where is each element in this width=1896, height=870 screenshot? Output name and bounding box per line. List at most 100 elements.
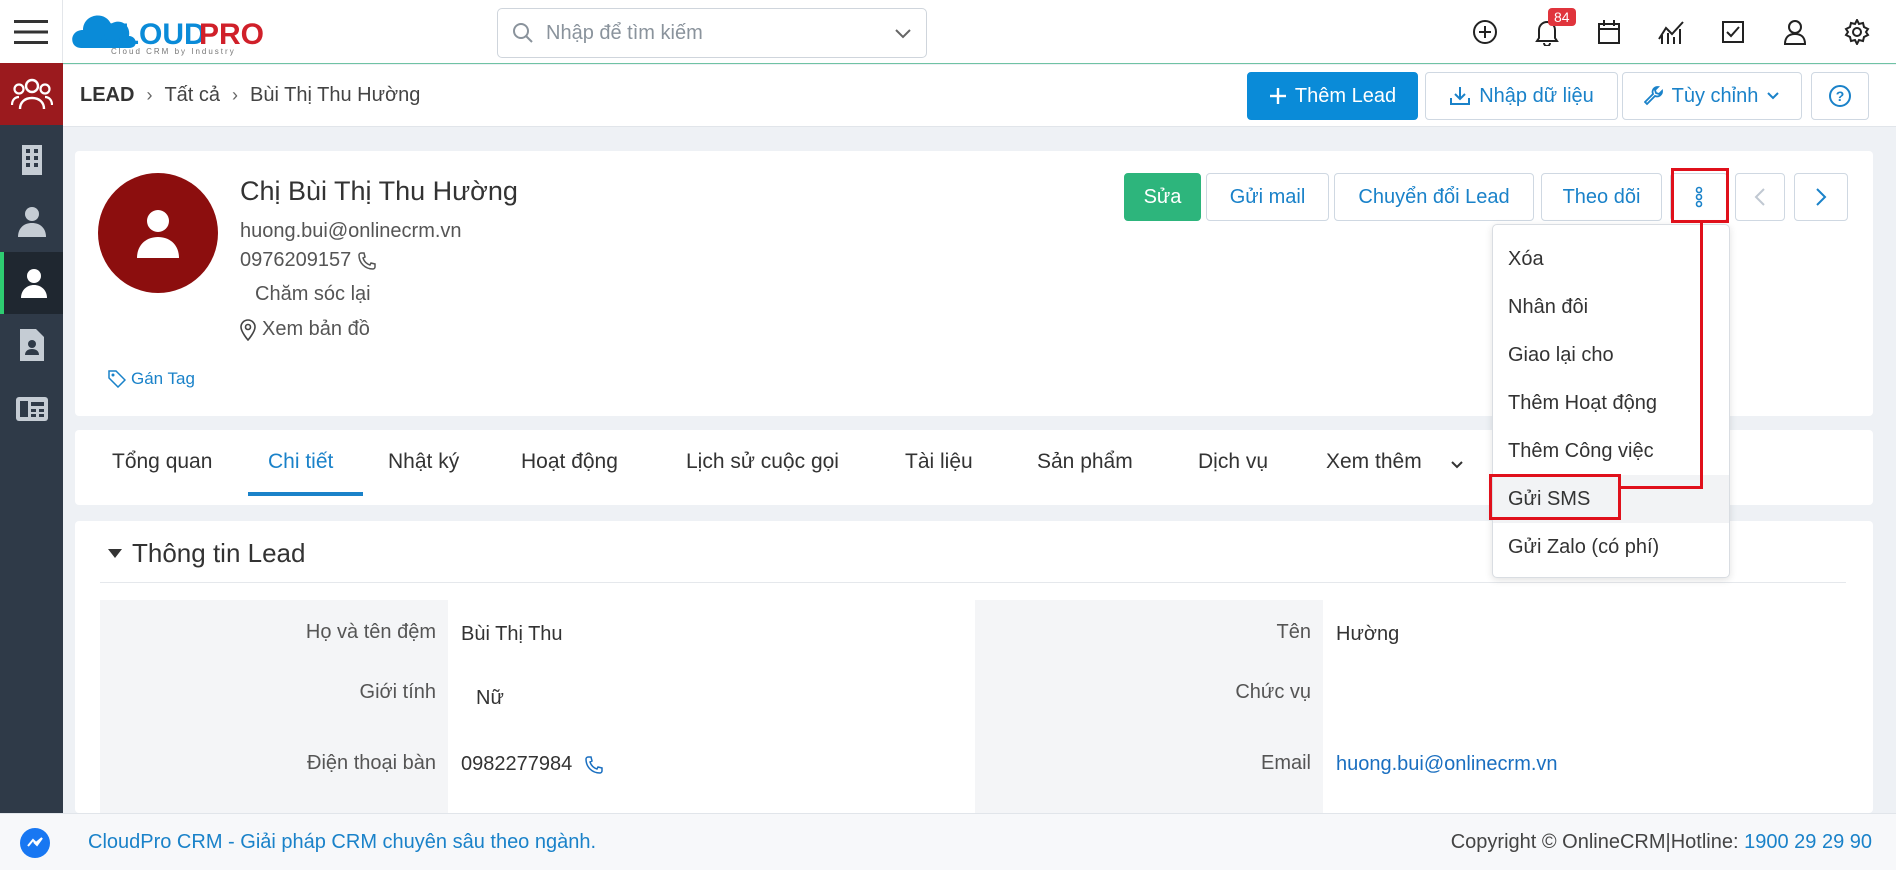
footer-copyright: Copyright © OnlineCRM|Hotline: 1900 29 2…	[1451, 831, 1872, 854]
customize-button[interactable]: Tùy chỉnh	[1622, 72, 1802, 120]
building-icon	[21, 145, 42, 175]
search-input[interactable]: Nhập để tìm kiếm	[546, 22, 894, 45]
chevron-down-icon[interactable]	[1450, 460, 1464, 470]
tab-details[interactable]: Chi tiết	[268, 450, 333, 474]
field-value-gender[interactable]: Nữ	[476, 687, 504, 710]
tab-overview[interactable]: Tổng quan	[112, 450, 212, 474]
chart-icon[interactable]	[1657, 18, 1685, 46]
breadcrumb-current: Bùi Thị Thu Hường	[250, 84, 421, 106]
more-actions-menu: Xóa Nhân đôi Giao lại cho Thêm Hoạt động…	[1492, 224, 1730, 578]
field-value-middle-name[interactable]: Bùi Thị Thu	[461, 623, 563, 646]
avatar[interactable]	[98, 173, 218, 293]
tab-log[interactable]: Nhật ký	[388, 450, 459, 474]
highlight-send-sms	[1489, 474, 1621, 520]
record-phone-text[interactable]: 0976209157	[240, 249, 351, 272]
record-status: Chăm sóc lại	[255, 283, 371, 306]
record-email-text[interactable]: huong.bui@onlinecrm.vn	[240, 220, 462, 243]
add-circle-icon[interactable]	[1471, 18, 1499, 46]
task-check-icon[interactable]	[1719, 18, 1747, 46]
add-lead-label: Thêm Lead	[1294, 84, 1397, 107]
menu-item-reassign[interactable]: Giao lại cho	[1493, 331, 1729, 379]
field-value-first-name[interactable]: Hường	[1336, 623, 1399, 646]
gender-text[interactable]: Nữ	[476, 687, 504, 710]
record-phone[interactable]: 0976209157	[240, 249, 377, 272]
hotline-link[interactable]: 1900 29 29 90	[1744, 831, 1872, 853]
breadcrumb-module[interactable]: LEAD	[80, 84, 134, 107]
tag-icon	[108, 370, 126, 388]
highlight-more-button	[1671, 168, 1729, 223]
field-label-middle-name: Họ và tên đệm	[305, 621, 436, 643]
menu-item-delete[interactable]: Xóa	[1493, 235, 1729, 283]
help-icon: ?	[1829, 85, 1851, 107]
search-box[interactable]: Nhập để tìm kiếm	[497, 8, 927, 58]
sidebar-item-lead[interactable]	[0, 252, 63, 314]
breadcrumb-all[interactable]: Tất cả	[164, 84, 220, 107]
convert-lead-button[interactable]: Chuyển đổi Lead	[1334, 173, 1534, 221]
person-icon	[20, 269, 47, 298]
tab-services[interactable]: Dịch vụ	[1198, 450, 1268, 474]
svg-text:?: ?	[1836, 88, 1845, 104]
wrench-icon	[1643, 86, 1663, 106]
sidebar-item-documents[interactable]	[0, 314, 63, 376]
phone-icon[interactable]	[584, 755, 604, 775]
tab-documents[interactable]: Tài liệu	[905, 450, 973, 474]
first-name-text[interactable]: Hường	[1336, 623, 1399, 646]
sidebar-item-contacts[interactable]	[0, 190, 63, 252]
tab-more[interactable]: Xem thêm	[1326, 450, 1422, 474]
active-tab-indicator	[248, 492, 363, 496]
tab-products[interactable]: Sản phẩm	[1037, 450, 1133, 474]
import-data-label: Nhập dữ liệu	[1479, 84, 1594, 107]
add-lead-button[interactable]: Thêm Lead	[1247, 72, 1418, 120]
download-icon	[1450, 87, 1471, 105]
import-data-button[interactable]: Nhập dữ liệu	[1425, 72, 1618, 120]
caret-down-icon	[108, 548, 122, 558]
highlight-connector-vertical	[1700, 223, 1703, 489]
edit-button[interactable]: Sửa	[1124, 173, 1201, 221]
sidebar-item-call-center[interactable]	[0, 376, 63, 438]
messenger-icon[interactable]	[20, 828, 50, 858]
email-link[interactable]: huong.bui@onlinecrm.vn	[1336, 753, 1558, 776]
follow-button[interactable]: Theo dõi	[1541, 173, 1662, 221]
menu-item-send-zalo[interactable]: Gửi Zalo (có phí)	[1493, 523, 1729, 571]
chevron-down-icon[interactable]	[894, 27, 912, 39]
landline-text[interactable]: 0982277984	[461, 753, 572, 776]
chevron-left-icon	[1754, 188, 1765, 206]
previous-record-button[interactable]	[1735, 173, 1785, 221]
help-button[interactable]: ?	[1811, 72, 1869, 120]
phone-icon[interactable]	[357, 251, 377, 271]
field-label-email: Email	[1260, 752, 1311, 774]
tab-call-history[interactable]: Lịch sử cuộc gọi	[686, 450, 839, 474]
sidebar-item-leads-group[interactable]	[0, 63, 63, 125]
user-profile-icon[interactable]	[1781, 18, 1809, 46]
menu-item-duplicate[interactable]: Nhân đôi	[1493, 283, 1729, 331]
view-map-link[interactable]: Xem bản đồ	[240, 318, 370, 341]
notification-badge: 84	[1548, 8, 1576, 26]
menu-item-add-task[interactable]: Thêm Công việc	[1493, 427, 1729, 475]
view-map-label[interactable]: Xem bản đồ	[262, 318, 370, 341]
add-tag-label[interactable]: Gán Tag	[131, 369, 195, 389]
sidebar-item-organizations[interactable]	[0, 128, 63, 190]
person-icon	[137, 210, 179, 258]
menu-item-add-activity[interactable]: Thêm Hoạt động	[1493, 379, 1729, 427]
map-pin-icon	[240, 318, 256, 341]
top-bar: CLOUD PRO Cloud CRM by Industry Nhập để …	[63, 0, 1896, 64]
field-value-email[interactable]: huong.bui@onlinecrm.vn	[1336, 753, 1558, 776]
add-tag-link[interactable]: Gán Tag	[108, 369, 195, 389]
hamburger-menu-icon[interactable]	[0, 0, 63, 63]
calendar-icon[interactable]	[1595, 18, 1623, 46]
field-label-job-title: Chức vụ	[1235, 681, 1311, 703]
field-value-landline[interactable]: 0982277984	[461, 753, 604, 776]
record-status-text: Chăm sóc lại	[255, 283, 371, 305]
record-email[interactable]: huong.bui@onlinecrm.vn	[240, 220, 462, 243]
section-header[interactable]: Thông tin Lead	[108, 538, 305, 569]
tab-activities[interactable]: Hoạt động	[521, 450, 618, 474]
highlight-connector-horizontal	[1619, 486, 1703, 489]
gear-icon[interactable]	[1843, 18, 1871, 46]
middle-name-text[interactable]: Bùi Thị Thu	[461, 623, 563, 646]
send-mail-button[interactable]: Gửi mail	[1206, 173, 1329, 221]
next-record-button[interactable]	[1794, 173, 1848, 221]
footer-slogan[interactable]: CloudPro CRM - Giải pháp CRM chuyên sâu …	[88, 831, 596, 854]
breadcrumb: LEAD › Tất cả › Bùi Thị Thu Hường	[80, 84, 420, 107]
cloudpro-logo[interactable]: CLOUD PRO Cloud CRM by Industry	[71, 6, 301, 56]
section-title: Thông tin Lead	[132, 538, 306, 568]
